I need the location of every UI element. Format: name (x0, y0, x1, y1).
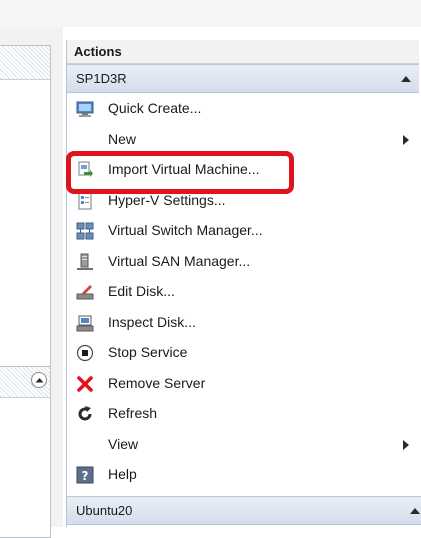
chevron-up-icon (35, 378, 44, 383)
action-help[interactable]: ? Help (67, 459, 419, 490)
center-pane (0, 27, 63, 538)
action-label: Virtual Switch Manager... (108, 222, 263, 238)
virtual-machines-panel (0, 45, 51, 387)
action-label: Remove Server (108, 374, 206, 391)
actions-pane-title: Actions (67, 40, 419, 64)
collapse-caret-icon[interactable] (410, 508, 420, 514)
san-icon (77, 253, 93, 270)
details-panel (0, 366, 51, 538)
action-view[interactable]: View (67, 429, 419, 460)
action-stop-service[interactable]: Stop Service (67, 337, 419, 368)
help-icon: ? (76, 466, 94, 484)
action-quick-create[interactable]: Quick Create... (67, 93, 419, 124)
collapse-caret-icon[interactable] (401, 76, 411, 82)
action-label: Quick Create... (108, 100, 202, 116)
window-top-strip (0, 0, 421, 27)
stop-service-icon (76, 344, 94, 362)
action-label: Virtual SAN Manager... (108, 252, 251, 269)
action-virtual-switch-manager[interactable]: Virtual Switch Manager... (67, 215, 419, 246)
action-label: Help (108, 466, 137, 482)
action-label: Stop Service (108, 344, 188, 360)
settings-page-icon (78, 192, 92, 209)
vm-name: Ubuntu20 (76, 503, 133, 518)
edit-disk-icon (76, 285, 94, 300)
action-label: New (108, 130, 137, 147)
action-label: Edit Disk... (108, 283, 175, 299)
server-name: SP1D3R (76, 71, 127, 86)
action-new[interactable]: New (67, 124, 419, 155)
action-edit-disk[interactable]: Edit Disk... (67, 276, 419, 307)
remove-x-icon (77, 375, 93, 392)
collapse-button[interactable] (31, 372, 47, 388)
submenu-arrow-icon (403, 439, 409, 450)
annotation-highlight-box (66, 151, 294, 194)
svg-text:?: ? (82, 469, 89, 483)
action-virtual-san-manager[interactable]: Virtual SAN Manager... (67, 246, 419, 277)
action-refresh[interactable]: Refresh (67, 398, 419, 429)
action-inspect-disk[interactable]: Inspect Disk... (67, 307, 419, 338)
vm-section-header[interactable]: Ubuntu20 (67, 496, 421, 525)
inspect-disk-icon (76, 315, 94, 331)
action-remove-server[interactable]: Remove Server (67, 368, 419, 399)
submenu-arrow-icon (403, 134, 409, 145)
action-label: View (108, 435, 139, 452)
actions-pane: Actions SP1D3R Quick Create... New Impor… (66, 40, 421, 527)
server-section-header[interactable]: SP1D3R (67, 64, 419, 93)
refresh-icon (78, 406, 92, 421)
panel-header (0, 46, 50, 80)
panel-header (0, 367, 50, 398)
action-label: Inspect Disk... (108, 313, 196, 330)
network-switch-icon (76, 222, 94, 240)
action-label: Refresh (108, 405, 158, 421)
monitor-icon (76, 101, 94, 117)
